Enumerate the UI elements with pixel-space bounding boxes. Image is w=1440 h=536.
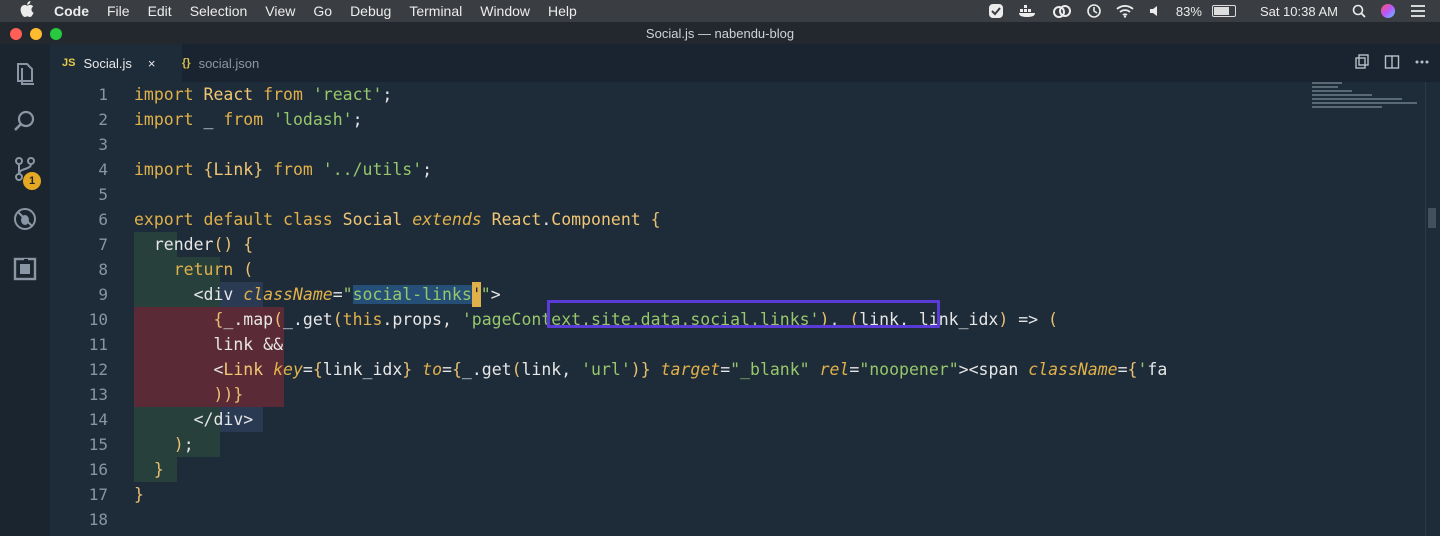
apple-icon[interactable] xyxy=(18,1,36,21)
clock[interactable]: Sat 10:38 AM xyxy=(1260,4,1338,19)
line-number: 6 xyxy=(98,210,108,229)
wifi-icon[interactable] xyxy=(1116,4,1134,18)
code-line: import {Link} from '../utils'; xyxy=(134,160,433,179)
split-editor-icon[interactable] xyxy=(1384,54,1400,74)
tab-social-js[interactable]: JS Social.js × xyxy=(50,44,182,82)
line-number: 16 xyxy=(88,460,108,479)
line-number: 9 xyxy=(98,285,108,304)
menu-file[interactable]: File xyxy=(107,3,130,19)
more-actions-icon[interactable] xyxy=(1414,54,1430,74)
menu-view[interactable]: View xyxy=(265,3,295,19)
window-title-bar: Social.js — nabendu-blog xyxy=(0,22,1440,44)
close-tab-icon[interactable]: × xyxy=(148,56,156,71)
tab-social-json[interactable]: {} social.json xyxy=(170,44,300,82)
line-number: 4 xyxy=(98,160,108,179)
tab-bar: JS Social.js × {} social.json xyxy=(50,44,1440,82)
code-line: </div> xyxy=(134,410,254,429)
scm-badge: 1 xyxy=(23,172,41,190)
code-line: export default class Social extends Reac… xyxy=(134,210,661,229)
line-number: 11 xyxy=(88,335,108,354)
annotation-highlight-box xyxy=(547,300,940,328)
editor-actions xyxy=(1354,54,1430,74)
tab-label: Social.js xyxy=(83,55,132,71)
volume-icon[interactable] xyxy=(1148,4,1162,18)
spotlight-search-icon[interactable] xyxy=(1352,4,1366,18)
line-number: 15 xyxy=(88,435,108,454)
menu-debug[interactable]: Debug xyxy=(350,3,391,19)
javascript-file-icon: JS xyxy=(62,57,76,69)
creative-cloud-icon[interactable] xyxy=(1052,4,1072,18)
line-number: 1 xyxy=(98,85,108,104)
extensions-icon[interactable] xyxy=(0,248,50,290)
line-number: 13 xyxy=(88,385,108,404)
line-number: 8 xyxy=(98,260,108,279)
explorer-icon[interactable] xyxy=(0,52,50,94)
debug-icon[interactable] xyxy=(0,198,50,240)
docker-icon[interactable] xyxy=(1018,4,1038,18)
open-changes-icon[interactable] xyxy=(1354,54,1370,74)
menu-window[interactable]: Window xyxy=(480,3,530,19)
scrollbar-track xyxy=(1425,82,1426,536)
menu-bar: Code File Edit Selection View Go Debug T… xyxy=(0,0,1440,22)
time-machine-icon[interactable] xyxy=(1086,3,1102,19)
code-line: import _ from 'lodash'; xyxy=(134,110,363,129)
menu-go[interactable]: Go xyxy=(313,3,332,19)
line-number: 14 xyxy=(88,410,108,429)
line-number: 18 xyxy=(88,510,108,529)
window-title: Social.js — nabendu-blog xyxy=(645,26,795,41)
line-number: 12 xyxy=(88,360,108,379)
json-file-icon: {} xyxy=(182,57,191,69)
code-line: <Link key={link_idx} to={_.get(link, 'ur… xyxy=(134,360,1168,379)
menu-selection[interactable]: Selection xyxy=(190,3,248,19)
battery-percent: 83% xyxy=(1175,3,1202,19)
line-number: 3 xyxy=(98,135,108,154)
menu-code[interactable]: Code xyxy=(54,3,89,19)
code-line: } xyxy=(134,485,144,504)
code-line: render() { xyxy=(134,235,254,254)
code-line: } xyxy=(153,460,164,479)
code-line: ); xyxy=(173,435,194,454)
line-number: 5 xyxy=(98,185,108,204)
code-line: ))} xyxy=(213,385,244,404)
battery-icon[interactable] xyxy=(1208,5,1236,17)
line-number: 10 xyxy=(88,310,108,329)
activity-bar: 1 xyxy=(0,44,50,536)
code-line: link && xyxy=(134,335,284,354)
siri-icon[interactable] xyxy=(1380,3,1396,19)
checkbox-status-icon[interactable] xyxy=(988,3,1004,19)
tab-label: social.json xyxy=(198,55,260,71)
line-number: 2 xyxy=(98,110,108,129)
code-editor[interactable]: 1 2 3 4 5 6 7 8 9 10 11 12 13 14 15 16 1… xyxy=(50,82,1440,536)
line-number: 17 xyxy=(88,485,108,504)
vertical-scrollbar[interactable] xyxy=(1428,208,1436,228)
code-line: return ( xyxy=(173,260,254,279)
code-line: import React from 'react'; xyxy=(134,85,393,104)
search-icon[interactable] xyxy=(0,100,50,142)
minimap[interactable] xyxy=(1312,82,1422,122)
menu-help[interactable]: Help xyxy=(548,3,577,19)
menu-edit[interactable]: Edit xyxy=(148,3,172,19)
line-number-gutter: 1 2 3 4 5 6 7 8 9 10 11 12 13 14 15 16 1… xyxy=(50,82,122,532)
notification-center-icon[interactable] xyxy=(1410,4,1426,18)
line-number: 7 xyxy=(98,235,108,254)
menu-terminal[interactable]: Terminal xyxy=(409,3,462,19)
